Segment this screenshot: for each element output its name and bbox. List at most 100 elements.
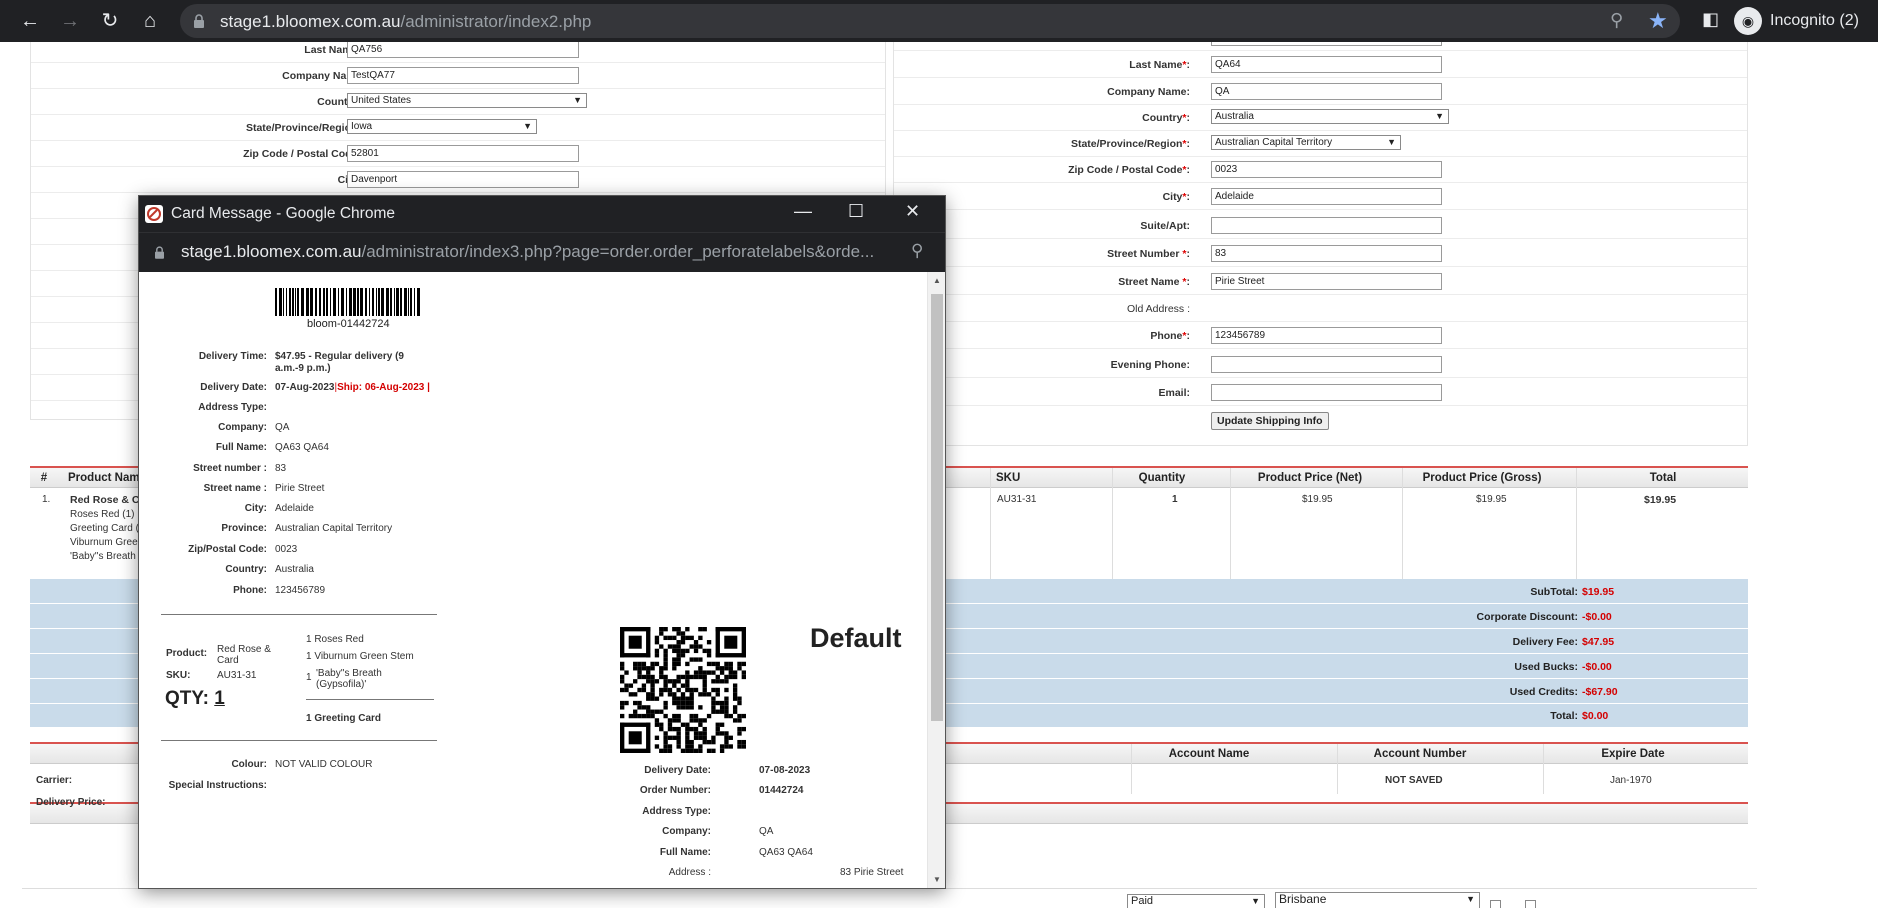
detail-label: Country: xyxy=(225,564,267,575)
label-document: bloom-01442724 Delivery Time: $47.95 - R… xyxy=(139,272,927,888)
phone-value: 123456789 xyxy=(275,585,326,596)
qr-code xyxy=(620,627,746,753)
detail-label: Delivery Date: xyxy=(644,765,711,776)
lock-icon xyxy=(194,14,204,28)
zoom-icon[interactable]: ⚲ xyxy=(911,241,923,261)
detail-label: Street number : xyxy=(193,463,267,474)
shipping-state-select[interactable]: Australian Capital Territory ▼ xyxy=(1211,135,1401,150)
account-number-value: NOT SAVED xyxy=(1385,775,1443,786)
shipping-email-input[interactable] xyxy=(1211,384,1442,401)
right-company-value: QA xyxy=(759,826,774,837)
right-full-name-value: QA63 QA64 xyxy=(759,847,813,858)
shipping-first-name-input[interactable] xyxy=(1211,42,1442,46)
detail-label: Delivery Time: xyxy=(198,351,267,362)
row-total: $19.95 xyxy=(1644,494,1677,506)
close-icon[interactable]: ✕ xyxy=(905,201,920,222)
shipping-suite-input[interactable] xyxy=(1211,217,1442,234)
sku-value: AU31-31 xyxy=(217,670,257,681)
col-price-net-header: Product Price (Net) xyxy=(1257,472,1363,484)
update-shipping-button[interactable]: Update Shipping Info xyxy=(1211,412,1329,430)
billing-country-select[interactable]: United States ▼ xyxy=(347,93,587,108)
bloomex-logo-icon xyxy=(145,205,163,223)
minimize-icon[interactable]: — xyxy=(794,201,812,222)
shipping-country-select[interactable]: Australia ▼ xyxy=(1211,109,1449,124)
product-label: Product: xyxy=(166,648,208,659)
billing-state-select[interactable]: Iowa ▼ xyxy=(347,119,537,134)
component-item: 'Baby''s Breath (Gypsofila)' xyxy=(316,668,382,690)
scroll-up-icon[interactable]: ▲ xyxy=(933,276,941,285)
divider xyxy=(161,614,437,615)
row-sku: AU31-31 xyxy=(997,494,1037,505)
zip-value: 0023 xyxy=(275,544,298,555)
option-checkbox[interactable] xyxy=(1525,900,1536,908)
star-icon[interactable]: ★ xyxy=(1648,8,1668,34)
shipping-evening-phone-row: Evening Phone: xyxy=(894,352,1747,378)
row-item: Roses Red (1) xyxy=(70,509,135,520)
row-item: 'Baby''s Breath xyxy=(70,551,136,562)
order-status-select[interactable]: Paid ▼ xyxy=(1127,894,1265,908)
row-price-net: $19.95 xyxy=(1302,494,1333,505)
shipping-company-input[interactable]: QA xyxy=(1211,83,1442,100)
shipping-street-name-input[interactable]: Pirie Street xyxy=(1211,273,1442,290)
shipping-city-input[interactable]: Adelaide xyxy=(1211,188,1442,205)
shipping-evening-phone-input[interactable] xyxy=(1211,356,1442,373)
account-number-header: Account Number xyxy=(1373,748,1467,760)
home-icon[interactable]: ⌂ xyxy=(137,8,163,34)
billing-zip-input[interactable]: 52801 xyxy=(347,145,579,162)
company-value: QA xyxy=(275,422,290,433)
sidepanel-icon[interactable]: ◧ xyxy=(1702,9,1719,30)
incognito-icon: ◉ xyxy=(1734,7,1762,35)
delivery-price-label: Delivery Price: xyxy=(36,797,106,808)
expire-date-value: Jan-1970 xyxy=(1610,775,1652,786)
shipping-panel: Last Name*: QA64 Company Name: QA Countr… xyxy=(893,42,1748,446)
component-item: 1 xyxy=(306,672,312,683)
detail-label: Company: xyxy=(662,826,711,837)
address-url: stage1.bloomex.com.au/administrator/inde… xyxy=(220,12,592,31)
row-item: Viburnum Gree xyxy=(70,537,138,548)
barcode xyxy=(275,288,420,316)
back-arrow-icon[interactable]: ← xyxy=(17,8,43,34)
delivery-time-value: $47.95 - Regular delivery (9 a.m.-9 p.m.… xyxy=(275,351,404,374)
maximize-icon[interactable]: ☐ xyxy=(848,201,864,222)
shipping-country-row: Country*: Australia ▼ xyxy=(894,105,1747,131)
component-item: 1 Viburnum Green Stem xyxy=(306,651,414,662)
card-message-popup: Card Message - Google Chrome — ☐ ✕ stage… xyxy=(139,196,945,888)
shipping-zip-input[interactable]: 0023 xyxy=(1211,161,1442,178)
shipping-old-address-row: Old Address : xyxy=(894,296,1747,322)
address-bar[interactable]: stage1.bloomex.com.au/administrator/inde… xyxy=(180,4,1680,38)
incognito-indicator[interactable]: ◉ Incognito (2) xyxy=(1734,7,1859,35)
product-value: Red Rose & Card xyxy=(217,644,271,666)
option-checkbox[interactable] xyxy=(1490,900,1501,908)
billing-last-name-input[interactable]: QA756 xyxy=(347,42,579,58)
detail-label: City: xyxy=(244,503,267,514)
account-name-header: Account Name xyxy=(1168,748,1250,760)
warehouse-select[interactable]: Brisbane ▼ xyxy=(1275,892,1480,908)
row-num: 1. xyxy=(42,494,51,505)
billing-zip-row: Zip Code / Postal Code*: 52801 xyxy=(31,141,885,167)
shipping-city-row: City*: Adelaide xyxy=(894,184,1747,210)
shipping-last-name-input[interactable]: QA64 xyxy=(1211,56,1442,73)
reload-icon[interactable]: ↻ xyxy=(97,8,123,34)
zoom-icon[interactable]: ⚲ xyxy=(1610,10,1623,31)
billing-state-row: State/Province/Region*: Iowa▼ xyxy=(31,115,885,141)
col-quantity-header: Quantity xyxy=(1138,472,1186,484)
popup-titlebar: Card Message - Google Chrome — ☐ ✕ xyxy=(139,196,945,232)
shipping-street-number-input[interactable]: 83 xyxy=(1211,245,1442,262)
province-value: Australian Capital Territory xyxy=(275,523,393,534)
detail-label: Delivery Date: xyxy=(200,382,267,393)
greeting-card-item: 1 Greeting Card xyxy=(306,713,382,724)
detail-label: Address : xyxy=(668,867,711,878)
billing-city-input[interactable]: Davenport xyxy=(347,171,579,188)
row-item: Greeting Card ( xyxy=(70,523,139,534)
scroll-thumb[interactable] xyxy=(931,294,943,721)
detail-label: Address Type: xyxy=(198,402,267,413)
forward-arrow-icon[interactable]: → xyxy=(57,8,83,34)
component-item: 1 Roses Red xyxy=(306,634,364,645)
popup-scrollbar[interactable]: ▲ ▼ xyxy=(927,272,945,888)
popup-address-bar[interactable]: stage1.bloomex.com.au/administrator/inde… xyxy=(139,232,945,272)
shipping-phone-input[interactable]: 123456789 xyxy=(1211,327,1442,344)
detail-label: Street name : xyxy=(203,483,267,494)
billing-company-input[interactable]: TestQA77 xyxy=(347,67,579,84)
scroll-down-icon[interactable]: ▼ xyxy=(933,875,941,884)
colour-label: Colour: xyxy=(231,759,267,770)
